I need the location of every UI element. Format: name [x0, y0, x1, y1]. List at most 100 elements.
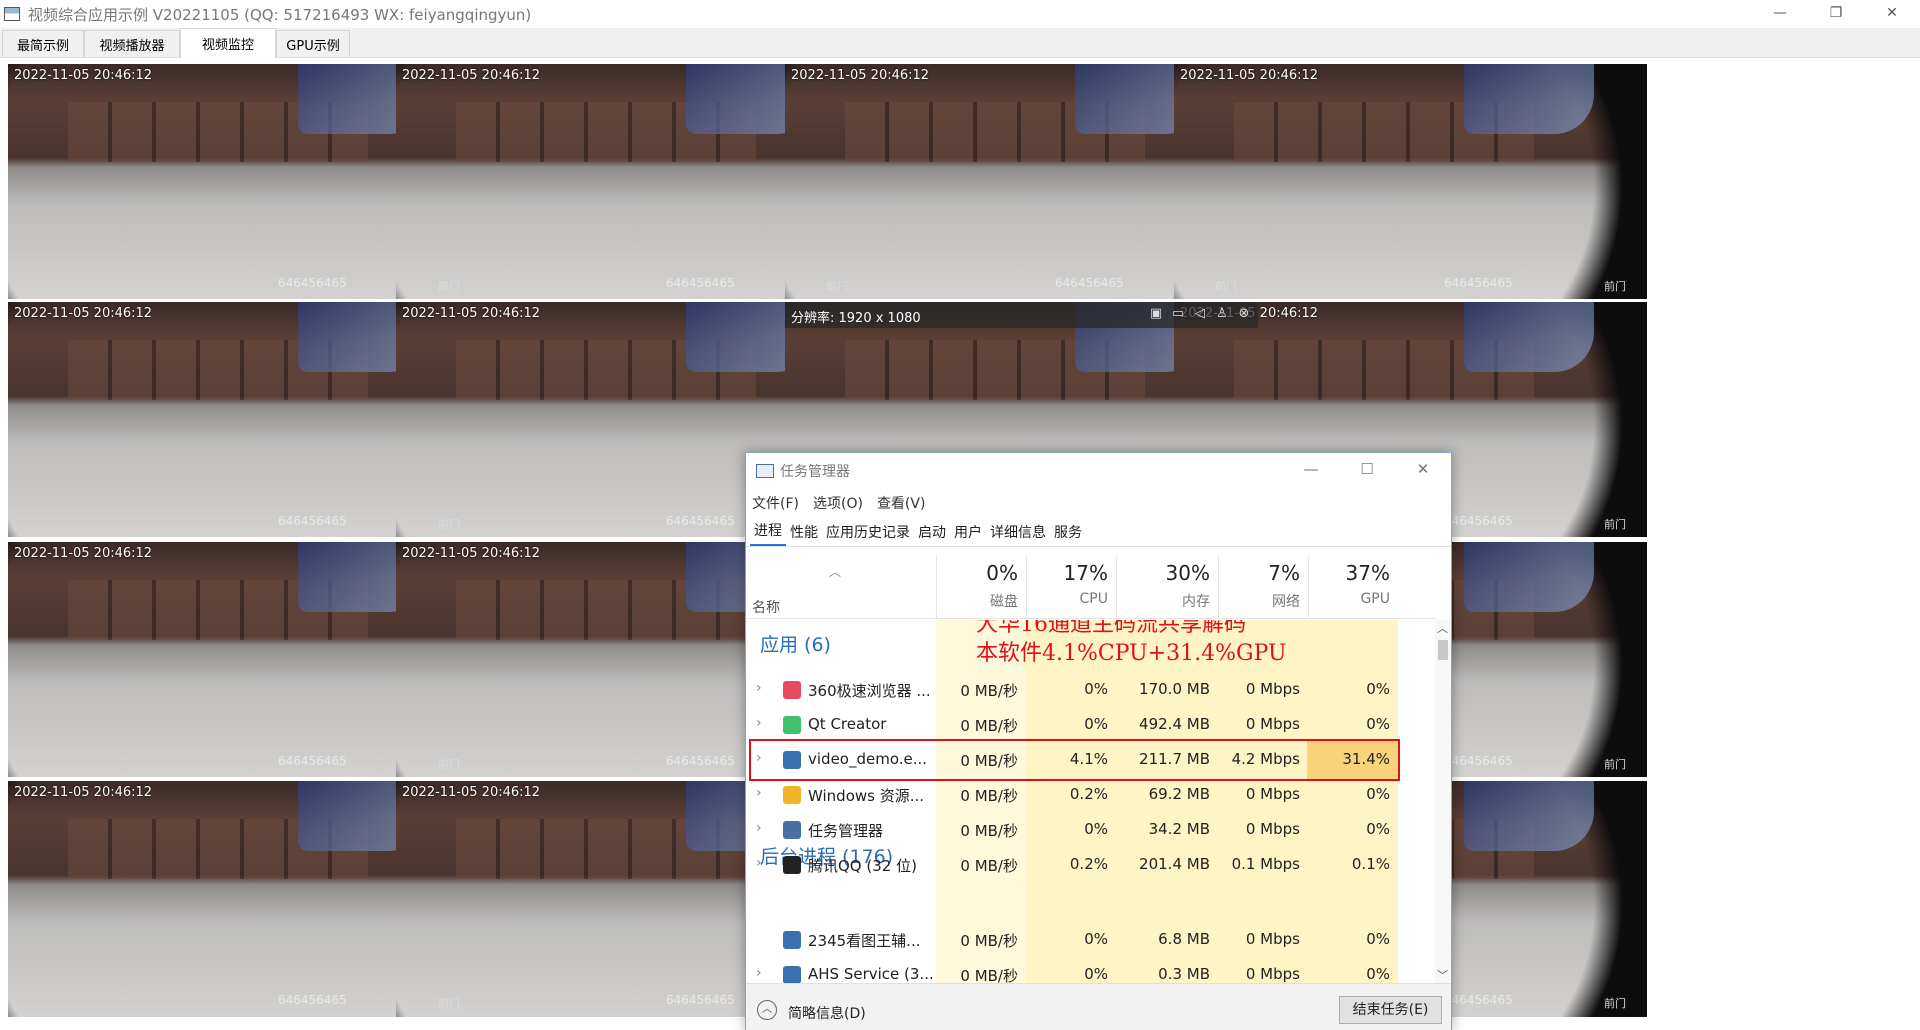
- scroll-down-icon[interactable]: ﹀: [1437, 967, 1448, 983]
- process-mem-value: 201.4 MB: [1139, 855, 1210, 873]
- column-memory[interactable]: 30% 内存: [1116, 555, 1218, 619]
- column-cpu[interactable]: 17% CPU: [1026, 555, 1116, 619]
- tab-performance[interactable]: 性能: [786, 522, 822, 546]
- scroll-thumb[interactable]: [1438, 640, 1448, 660]
- camera-label: 前门: [438, 280, 460, 293]
- column-name[interactable]: 名称: [752, 597, 780, 617]
- process-name: 任务管理器: [808, 822, 884, 840]
- end-task-button[interactable]: 结束任务(E): [1339, 996, 1442, 1024]
- expand-chevron-icon[interactable]: ›: [756, 855, 762, 871]
- resolution-label: 分辨率: 1920 x 1080: [791, 311, 921, 326]
- camera-label: 前门: [1215, 280, 1237, 293]
- close-button[interactable]: ✕: [1864, 0, 1920, 28]
- process-name: AHS Service (3...: [808, 965, 934, 983]
- camera-label: 前门: [438, 758, 460, 771]
- camera-label: 前门: [1604, 518, 1626, 531]
- process-table-body: 大华16通道主码流共享解码 本软件4.1%CPU+31.4%GPU 应用 (6)…: [746, 620, 1436, 983]
- sort-caret-icon[interactable]: ︿: [829, 563, 841, 580]
- minimize-button[interactable]: —: [1752, 0, 1808, 28]
- video-watermark: 646456465: [278, 754, 347, 768]
- tm-footer: ︿ 简略信息(D) 结束任务(E): [746, 983, 1451, 1030]
- process-icon: [783, 681, 801, 699]
- process-row[interactable]: 2345看图王辅... 0 MB/秒 0% 6.8 MB 0 Mbps 0%: [746, 922, 1436, 957]
- process-disk-value: 0 MB/秒: [960, 822, 1018, 840]
- camera-label: 前门: [1604, 997, 1626, 1010]
- video-watermark: 646456465: [1444, 993, 1513, 1007]
- menu-view[interactable]: 查看(V): [877, 493, 926, 513]
- column-disk[interactable]: 0% 磁盘: [936, 555, 1026, 619]
- process-icon: [783, 716, 801, 734]
- tab-gpu[interactable]: GPU示例: [276, 30, 350, 57]
- tm-minimize-button[interactable]: —: [1283, 453, 1339, 487]
- expand-chevron-icon[interactable]: ›: [756, 965, 762, 981]
- column-network[interactable]: 7% 网络: [1218, 555, 1308, 619]
- process-cpu-value: 0.2%: [1069, 785, 1108, 803]
- process-gpu-value: 0%: [1366, 785, 1390, 803]
- tab-processes[interactable]: 进程: [750, 520, 786, 546]
- process-gpu-value: 0%: [1366, 965, 1390, 983]
- tm-menubar: 文件(F) 选项(O) 查看(V): [746, 489, 1451, 517]
- process-gpu-value: 0%: [1366, 680, 1390, 698]
- process-row[interactable]: › 腾讯QQ (32 位) 0 MB/秒 0.2% 201.4 MB 0.1 Mbps 0.…: [746, 847, 1436, 882]
- tab-app-history[interactable]: 应用历史记录: [822, 522, 914, 546]
- process-cpu-value: 0%: [1084, 715, 1108, 733]
- tm-titlebar: 任务管理器 — ☐ ✕: [746, 453, 1451, 489]
- maximize-button[interactable]: ❐: [1808, 0, 1864, 28]
- video-watermark: 646456465: [666, 514, 735, 528]
- video-timestamp: 2022-11-05 20:46:12: [14, 306, 153, 321]
- video-timestamp: 2022-11-05 20:46:12: [791, 68, 930, 83]
- camera-label: 前门: [826, 280, 848, 293]
- snapshot-icon[interactable]: ▣: [1148, 306, 1164, 321]
- video-watermark: 646456465: [1055, 276, 1124, 290]
- process-row[interactable]: › 360极速浏览器 ... 0 MB/秒 0% 170.0 MB 0 Mbps 0%: [746, 672, 1436, 707]
- process-net-value: 0 Mbps: [1245, 930, 1300, 948]
- process-disk-value: 0 MB/秒: [960, 932, 1018, 950]
- expand-chevron-icon[interactable]: ›: [756, 820, 762, 836]
- tm-close-button[interactable]: ✕: [1395, 453, 1451, 487]
- expand-chevron-icon[interactable]: ›: [756, 680, 762, 696]
- fewer-details-icon[interactable]: ︿: [757, 1000, 777, 1020]
- tab-simple[interactable]: 最简示例: [2, 30, 84, 57]
- expand-chevron-icon[interactable]: ›: [756, 785, 762, 801]
- task-manager-icon: [756, 464, 774, 478]
- window-controls: — ❐ ✕: [1752, 0, 1920, 28]
- video-watermark: 646456465: [278, 514, 347, 528]
- tab-startup[interactable]: 启动: [914, 522, 950, 546]
- tab-details[interactable]: 详细信息: [986, 522, 1050, 546]
- process-cpu-value: 0%: [1084, 820, 1108, 838]
- process-row[interactable]: › Windows 资源... 0 MB/秒 0.2% 69.2 MB 0 Mbps 0%: [746, 777, 1436, 812]
- menu-file[interactable]: 文件(F): [752, 493, 799, 513]
- tab-player[interactable]: 视频播放器: [84, 30, 180, 57]
- process-row[interactable]: › 任务管理器 0 MB/秒 0% 34.2 MB 0 Mbps 0%: [746, 812, 1436, 847]
- video-timestamp: 2022-11-05 20:46:12: [402, 785, 541, 800]
- column-gpu[interactable]: 37% GPU: [1308, 555, 1398, 619]
- close-icon[interactable]: ⊗: [1236, 306, 1252, 321]
- process-mem-value: 69.2 MB: [1148, 785, 1210, 803]
- video-cell[interactable]: 2022-11-05 20:46:12 646456465 前门: [1174, 64, 1647, 299]
- process-row[interactable]: › AHS Service (3... 0 MB/秒 0% 0.3 MB 0 Mbps 0%: [746, 957, 1436, 983]
- expand-chevron-icon[interactable]: ›: [756, 715, 762, 731]
- scroll-up-icon[interactable]: ︿: [1437, 620, 1448, 636]
- fewer-details-link[interactable]: 简略信息(D): [788, 1003, 866, 1023]
- tm-title: 任务管理器: [780, 464, 850, 480]
- menu-options[interactable]: 选项(O): [813, 493, 863, 513]
- video-watermark: 646456465: [1444, 514, 1513, 528]
- tm-maximize-button[interactable]: ☐: [1339, 453, 1395, 487]
- process-cpu-value: 0%: [1084, 930, 1108, 948]
- camera-label: 前门: [438, 997, 460, 1010]
- tab-users[interactable]: 用户: [950, 522, 986, 546]
- process-row[interactable]: › Qt Creator 0 MB/秒 0% 492.4 MB 0 Mbps 0%: [746, 707, 1436, 742]
- process-cpu-value: 0%: [1084, 965, 1108, 983]
- tab-monitor[interactable]: 视频监控: [180, 28, 276, 58]
- window-titlebar: 视频综合应用示例 V20221105 (QQ: 517216493 WX: fe…: [0, 0, 1920, 28]
- tab-services[interactable]: 服务: [1050, 522, 1086, 546]
- process-net-value: 0 Mbps: [1245, 680, 1300, 698]
- volume-icon[interactable]: ◁: [1192, 306, 1208, 321]
- alarm-icon[interactable]: ♙: [1214, 306, 1230, 321]
- tm-vertical-scrollbar[interactable]: ︿ ﹀: [1435, 620, 1451, 983]
- folder-icon[interactable]: ▭: [1170, 306, 1186, 321]
- highlight-box: [749, 739, 1400, 781]
- process-net-value: 0 Mbps: [1245, 785, 1300, 803]
- video-watermark: 646456465: [278, 276, 347, 290]
- process-net-value: 0 Mbps: [1245, 820, 1300, 838]
